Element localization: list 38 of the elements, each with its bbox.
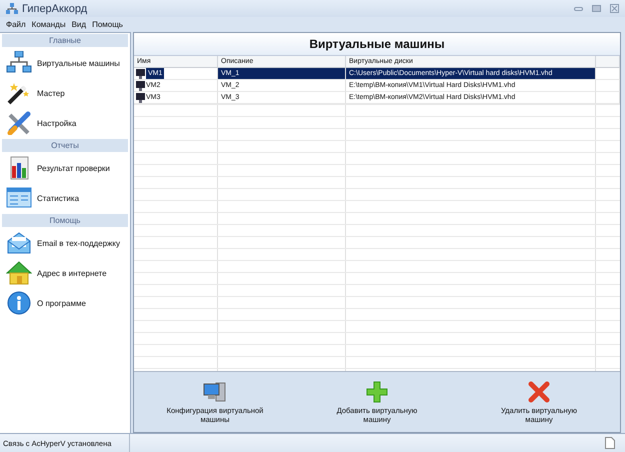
chart-window-icon — [6, 186, 32, 210]
monitor-icon — [136, 80, 145, 90]
computer-icon — [203, 380, 227, 402]
minimize-icon[interactable] — [574, 6, 583, 12]
info-icon — [6, 291, 32, 315]
monitor-icon — [136, 92, 145, 102]
sidebar-item[interactable]: Email в тех-поддержку — [0, 228, 130, 258]
panel-title: Виртуальные машины — [309, 37, 445, 51]
table-cell — [596, 92, 620, 104]
app-icon — [6, 2, 18, 14]
section-header: Отчеты — [2, 139, 128, 152]
section-header: Помощь — [2, 214, 128, 227]
sidebar-item[interactable]: Статистика — [0, 183, 130, 213]
plus-icon — [366, 380, 388, 402]
table-cell — [596, 80, 620, 92]
sidebar-item[interactable]: Адрес в интернете — [0, 258, 130, 288]
menu-item[interactable]: Вид — [72, 20, 86, 29]
sidebar-item[interactable]: Мастер — [0, 78, 130, 108]
house-icon — [6, 261, 32, 285]
tools-icon — [6, 111, 32, 135]
sidebar-item[interactable]: Виртуальные машины — [0, 48, 130, 78]
close-icon[interactable] — [610, 4, 619, 13]
sidebar-item[interactable]: Настройка — [0, 108, 130, 138]
maximize-icon[interactable] — [592, 5, 601, 12]
window-title: ГиперАккорд — [22, 2, 88, 14]
monitor-icon — [136, 68, 145, 78]
sidebar-item[interactable]: О программе — [0, 288, 130, 318]
network-icon — [6, 51, 32, 75]
delete-icon — [528, 380, 550, 402]
sidebar-item[interactable]: Результат проверки — [0, 153, 130, 183]
menu-item[interactable]: Файл — [6, 20, 26, 29]
section-header: Главные — [2, 34, 128, 47]
table-cell — [596, 68, 620, 80]
menu-item[interactable]: Помощь — [92, 20, 123, 29]
envelope-icon — [6, 231, 32, 255]
menu-item[interactable]: Команды — [32, 20, 66, 29]
wand-icon — [6, 81, 32, 105]
document-icon — [605, 437, 615, 449]
